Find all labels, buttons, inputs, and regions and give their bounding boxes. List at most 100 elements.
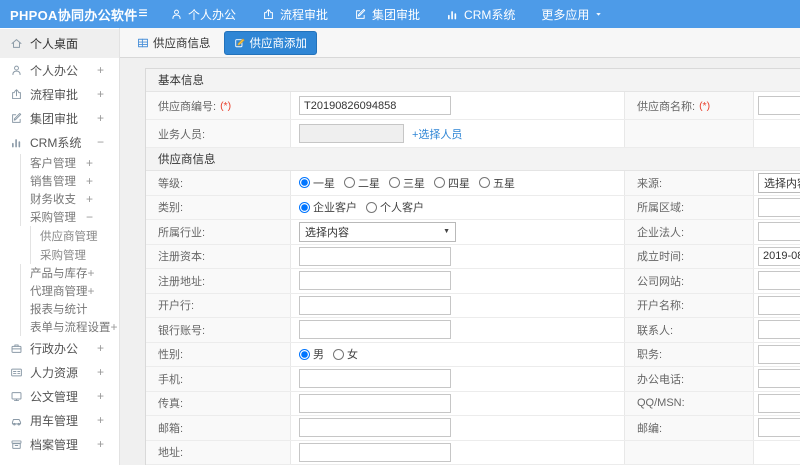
text-input[interactable]	[758, 222, 800, 242]
expander-plus-icon[interactable]: +	[86, 157, 119, 169]
text-input[interactable]	[299, 246, 451, 266]
expander-plus-icon[interactable]: +	[97, 64, 119, 76]
select-dropdown[interactable]: 选择内容▼	[758, 172, 800, 193]
sidebar-item-12[interactable]: 代理商管理 +	[20, 282, 119, 300]
sidebar-item-11[interactable]: 产品与库存 +	[20, 264, 119, 282]
expander-plus-icon[interactable]: +	[97, 88, 119, 100]
expander-plus-icon[interactable]: +	[97, 342, 119, 354]
expander-plus-icon[interactable]: +	[86, 193, 119, 205]
sidebar-item-4[interactable]: CRM系统 −	[0, 130, 119, 154]
radio-input[interactable]	[299, 348, 310, 360]
radio-input[interactable]	[299, 201, 310, 213]
field-cell: 选择内容 ▼	[291, 220, 624, 244]
text-input[interactable]	[758, 320, 800, 340]
radio-option[interactable]: 三星	[389, 175, 425, 191]
form-row: 传真: QQ/MSN:	[146, 391, 800, 416]
expander-plus-icon[interactable]: +	[97, 438, 119, 450]
topmenu-item-1[interactable]: 流程审批	[262, 6, 328, 23]
select-dropdown[interactable]: 选择内容▼	[299, 221, 456, 242]
sidebar-item-5[interactable]: 客户管理 +	[20, 154, 119, 172]
text-input[interactable]	[758, 393, 800, 413]
tab-1[interactable]: 供应商添加	[223, 30, 317, 55]
text-input[interactable]	[758, 295, 800, 315]
radio-input[interactable]	[434, 177, 445, 189]
field-cell	[754, 220, 800, 244]
sidebar-item-14[interactable]: 表单与流程设置 +	[20, 318, 119, 336]
field-label-text: 职务:	[637, 349, 663, 362]
sidebar-item-15[interactable]: 行政办公 +	[0, 336, 119, 360]
field-label: 邮编:	[624, 416, 754, 440]
field-cell	[754, 392, 800, 416]
choose-person-link[interactable]: +选择人员	[412, 126, 462, 142]
radio-input[interactable]	[299, 177, 310, 189]
sidebar-item-9[interactable]: 供应商管理	[30, 226, 119, 245]
text-input[interactable]	[299, 320, 451, 340]
expander-plus-icon[interactable]: +	[97, 366, 119, 378]
sidebar-item-8[interactable]: 采购管理 −	[20, 208, 119, 226]
text-input[interactable]	[299, 96, 451, 115]
sidebar-item-7[interactable]: 财务收支 +	[20, 190, 119, 208]
expander-minus-icon[interactable]: −	[86, 211, 119, 223]
radio-input[interactable]	[479, 177, 490, 189]
text-input[interactable]	[299, 418, 451, 438]
expander-plus-icon[interactable]: +	[88, 285, 120, 297]
sidebar-item-0[interactable]: 个人桌面	[0, 29, 119, 58]
tab-0[interactable]: 供应商信息	[133, 32, 215, 54]
radio-input[interactable]	[389, 177, 400, 189]
text-input[interactable]	[758, 271, 800, 291]
text-input[interactable]	[758, 246, 800, 266]
radio-option[interactable]: 四星	[434, 175, 470, 191]
hamburger-menu-icon[interactable]: ≡	[126, 0, 160, 28]
text-input[interactable]	[758, 197, 800, 217]
text-input[interactable]	[758, 96, 800, 115]
expander-plus-icon[interactable]: +	[111, 321, 120, 333]
text-input[interactable]	[299, 393, 451, 413]
text-input[interactable]	[299, 271, 451, 291]
text-input[interactable]	[299, 295, 451, 315]
radio-option[interactable]: 二星	[344, 175, 380, 191]
text-input[interactable]	[299, 442, 451, 462]
text-input[interactable]	[758, 344, 800, 364]
sidebar-item-13[interactable]: 报表与统计	[20, 300, 119, 318]
sidebar-item-18[interactable]: 用车管理 +	[0, 408, 119, 432]
sidebar-item-19[interactable]: 档案管理 +	[0, 432, 119, 456]
field-label: 注册地址:	[146, 269, 291, 293]
topmenu-item-2[interactable]: 集团审批	[354, 6, 420, 23]
field-cell	[754, 120, 800, 147]
radio-option[interactable]: 女	[333, 346, 358, 362]
expander-minus-icon[interactable]: −	[97, 136, 119, 148]
radio-option[interactable]: 企业客户	[299, 199, 357, 215]
sidebar-item-16[interactable]: 人力资源 +	[0, 360, 119, 384]
sidebar-item-1[interactable]: 个人办公 +	[0, 58, 119, 82]
sidebar-item-17[interactable]: 公文管理 +	[0, 384, 119, 408]
field-label-text: 联系人:	[637, 324, 674, 337]
sidebar-item-2[interactable]: 流程审批 +	[0, 82, 119, 106]
form-row: 手机: 办公电话:	[146, 367, 800, 392]
field-label-text: 等级:	[158, 177, 184, 190]
text-input[interactable]	[299, 369, 451, 389]
expander-plus-icon[interactable]: +	[88, 267, 120, 279]
expander-plus-icon[interactable]: +	[86, 175, 119, 187]
radio-input[interactable]	[344, 177, 355, 189]
radio-option[interactable]: 个人客户	[366, 199, 424, 215]
text-input[interactable]	[299, 124, 404, 143]
sidebar-item-label: 供应商管理	[40, 230, 98, 243]
topmenu-item-3[interactable]: CRM系统	[446, 6, 515, 23]
expander-plus-icon[interactable]: +	[97, 414, 119, 426]
field-cell	[291, 441, 624, 465]
radio-option[interactable]: 一星	[299, 175, 335, 191]
topmenu-label: 个人办公	[188, 7, 237, 22]
radio-input[interactable]	[366, 201, 377, 213]
expander-plus-icon[interactable]: +	[97, 390, 119, 402]
radio-input[interactable]	[333, 348, 344, 360]
sidebar-item-3[interactable]: 集团审批 +	[0, 106, 119, 130]
topmenu-item-0[interactable]: 个人办公	[170, 6, 236, 23]
sidebar-item-10[interactable]: 采购管理	[30, 245, 119, 264]
sidebar-item-6[interactable]: 销售管理 +	[20, 172, 119, 190]
radio-option[interactable]: 男	[299, 346, 324, 362]
radio-option[interactable]: 五星	[479, 175, 515, 191]
expander-plus-icon[interactable]: +	[97, 112, 119, 124]
topmenu-item-4[interactable]: 更多应用	[541, 6, 603, 23]
text-input[interactable]	[758, 418, 800, 438]
text-input[interactable]	[758, 369, 800, 389]
